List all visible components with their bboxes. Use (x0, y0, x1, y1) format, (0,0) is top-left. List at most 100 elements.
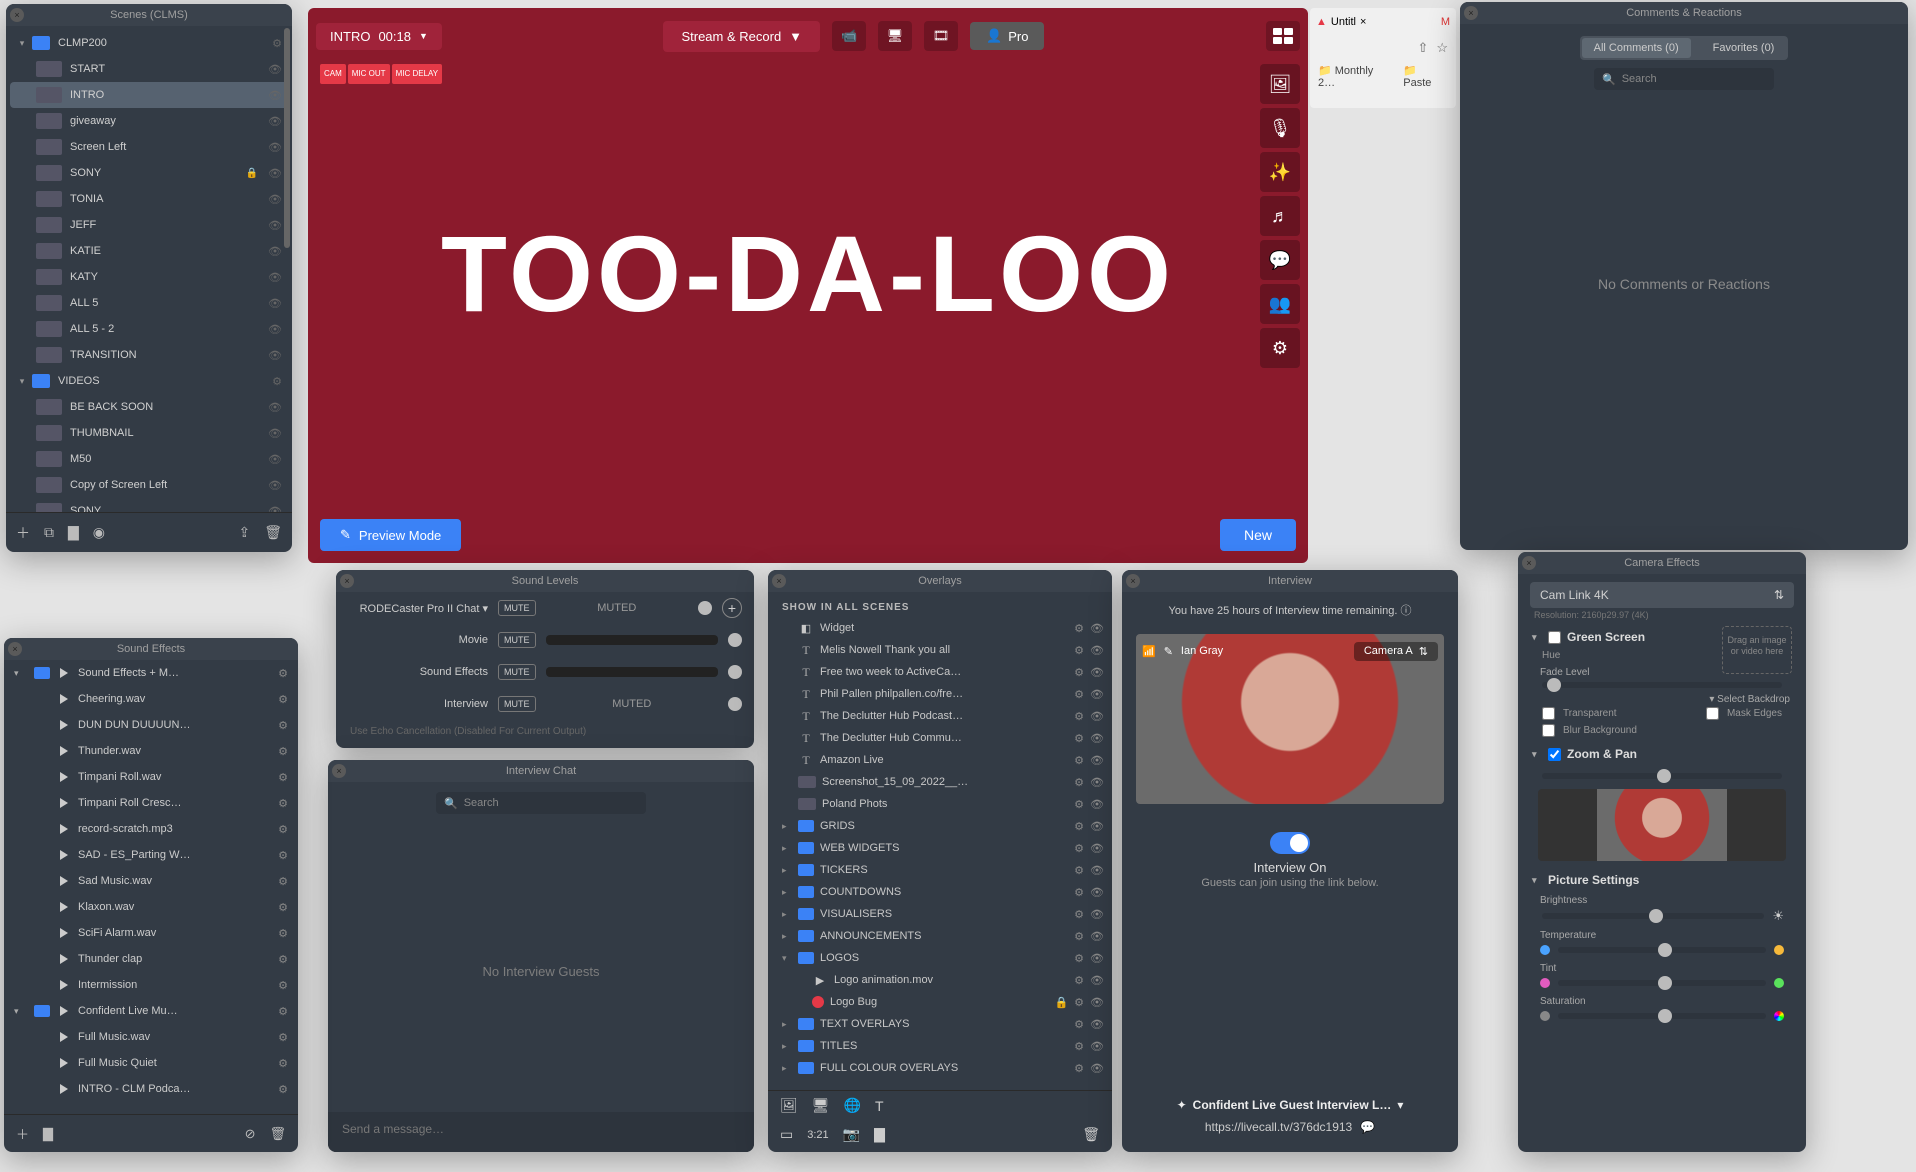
sfx-item[interactable]: record-scratch.mp3⚙ (4, 816, 298, 842)
gear-icon[interactable]: ⚙ (1074, 908, 1084, 921)
overlay-item[interactable]: ▸TICKERS⚙👁 (768, 859, 1112, 881)
sfx-item[interactable]: Intermission⚙ (4, 972, 298, 998)
bookmark-folder[interactable]: 📁 Paste (1403, 64, 1448, 89)
gear-icon[interactable]: ⚙ (1074, 754, 1084, 767)
overlay-item[interactable]: ◧Widget⚙👁 (768, 617, 1112, 639)
mic-icon[interactable]: 🎙 (1260, 108, 1300, 148)
picture-settings-section[interactable]: ▾ Picture Settings (1518, 865, 1806, 891)
scene-select-button[interactable]: INTRO 00:18 ▼ (316, 23, 442, 50)
gear-icon[interactable]: ⚙ (278, 927, 288, 940)
overlay-item[interactable]: TFree two week to ActiveCa…⚙👁 (768, 661, 1112, 683)
trash-icon[interactable]: 🗑 (1082, 1126, 1100, 1143)
visibility-icon[interactable]: 👁 (1090, 688, 1104, 701)
gear-icon[interactable]: ⚙ (278, 667, 288, 680)
info-icon[interactable]: ⓘ (1400, 605, 1411, 617)
add-icon[interactable]: ＋ (16, 523, 30, 543)
scene-item[interactable]: giveaway👁 (10, 108, 288, 134)
zoom-pan-checkbox[interactable] (1548, 748, 1561, 761)
scene-item[interactable]: ALL 5👁 (10, 290, 288, 316)
play-icon[interactable] (60, 850, 68, 860)
gear-icon[interactable]: ⚙ (1074, 732, 1084, 745)
visibility-icon[interactable]: 👁 (268, 245, 282, 258)
visibility-icon[interactable]: 👁 (1090, 732, 1104, 745)
gear-icon[interactable]: ⚙ (1074, 820, 1084, 833)
visibility-icon[interactable]: 👁 (1090, 930, 1104, 943)
gear-icon[interactable]: ⚙ (278, 1031, 288, 1044)
guest-link-title[interactable]: ✦ Confident Live Guest Interview L… ▾ (1122, 1098, 1458, 1112)
gear-icon[interactable]: ⚙ (1074, 798, 1084, 811)
play-icon[interactable] (60, 720, 68, 730)
comments-search[interactable]: 🔍 Search (1594, 68, 1774, 90)
sfx-item[interactable]: Thunder clap⚙ (4, 946, 298, 972)
play-icon[interactable] (60, 798, 68, 808)
sfx-item[interactable]: INTRO - CLM Podca…⚙ (4, 1076, 298, 1102)
overlay-item[interactable]: ▸GRIDS⚙👁 (768, 815, 1112, 837)
gear-icon[interactable]: ⚙ (1074, 710, 1084, 723)
gear-icon[interactable]: ⚙ (1074, 952, 1084, 965)
overlays-list[interactable]: ◧Widget⚙👁TMelis Nowell Thank you all⚙👁TF… (768, 617, 1112, 1079)
gear-icon[interactable]: ⚙ (1074, 666, 1084, 679)
select-backdrop-button[interactable]: ▾ Select Backdrop (1518, 694, 1806, 705)
camera-toggle-icon[interactable]: 📹 (832, 21, 866, 51)
picture-icon[interactable]: 🖼 (1260, 64, 1300, 104)
camera-icon[interactable]: ◉ (93, 524, 105, 541)
message-input[interactable]: Send a message… (328, 1112, 754, 1152)
volume-knob[interactable] (698, 601, 712, 615)
trash-icon[interactable]: 🗑 (269, 1126, 286, 1142)
scene-item[interactable]: START👁 (10, 56, 288, 82)
visibility-icon[interactable]: 👁 (1090, 644, 1104, 657)
volume-knob[interactable] (728, 633, 742, 647)
overlay-item[interactable]: ▸TITLES⚙👁 (768, 1035, 1112, 1057)
scenes-list[interactable]: ▾CLMP200⚙START👁INTRO👁giveaway👁Screen Lef… (6, 26, 292, 512)
display-icon[interactable]: 🖥 (812, 1097, 830, 1114)
visibility-icon[interactable]: 👁 (268, 453, 282, 466)
scene-folder[interactable]: ▾CLMP200⚙ (10, 30, 288, 56)
green-screen-section[interactable]: ▾ Green Screen (1518, 622, 1722, 648)
camera-icon[interactable]: 📷 (843, 1126, 860, 1143)
chat-icon[interactable]: 💬 (1360, 1120, 1375, 1134)
gear-icon[interactable]: ⚙ (1074, 776, 1084, 789)
gear-icon[interactable]: ⚙ (1074, 688, 1084, 701)
scene-item[interactable]: Screen Left👁 (10, 134, 288, 160)
text-icon[interactable]: T (875, 1098, 884, 1114)
close-icon[interactable]: × (1464, 6, 1478, 20)
globe-icon[interactable]: 🌐 (844, 1097, 861, 1114)
play-icon[interactable] (60, 746, 68, 756)
visibility-icon[interactable]: 👁 (268, 141, 282, 154)
guest-link-url[interactable]: https://livecall.tv/376dc1913 💬 (1122, 1120, 1458, 1134)
visibility-icon[interactable]: 👁 (1090, 908, 1104, 921)
gear-icon[interactable]: ⚙ (278, 979, 288, 992)
close-icon[interactable]: × (772, 574, 786, 588)
visibility-icon[interactable]: 👁 (1090, 710, 1104, 723)
mute-button[interactable]: MUTE (498, 664, 536, 680)
camera-select[interactable]: Camera A ⇅ (1354, 642, 1438, 661)
mute-button[interactable]: MUTE (498, 696, 536, 712)
gear-icon[interactable]: ⚙ (278, 1057, 288, 1070)
browser-tab[interactable]: ▲ Untitl × M (1310, 8, 1456, 36)
close-icon[interactable]: × (10, 8, 24, 22)
guests-icon[interactable]: 👥 (1260, 284, 1300, 324)
close-icon[interactable]: × (1522, 556, 1536, 570)
blur-checkbox[interactable] (1542, 724, 1555, 737)
camera-device-select[interactable]: Cam Link 4K ⇅ (1530, 582, 1794, 608)
settings-icon[interactable]: ⚙ (1260, 328, 1300, 368)
visibility-icon[interactable]: 👁 (1090, 886, 1104, 899)
sfx-item[interactable]: SAD - ES_Parting W…⚙ (4, 842, 298, 868)
gear-icon[interactable]: ⚙ (278, 771, 288, 784)
preview-mode-button[interactable]: ✎ Preview Mode (320, 519, 461, 551)
overlay-item[interactable]: ▸ANNOUNCEMENTS⚙👁 (768, 925, 1112, 947)
visibility-icon[interactable]: 👁 (268, 349, 282, 362)
visibility-icon[interactable]: 👁 (1090, 776, 1104, 789)
visibility-icon[interactable]: 👁 (268, 89, 282, 102)
scene-item[interactable]: ALL 5 - 2👁 (10, 316, 288, 342)
overlay-item[interactable]: ▾LOGOS⚙👁 (768, 947, 1112, 969)
gear-icon[interactable]: ⚙ (278, 875, 288, 888)
close-icon[interactable]: × (1360, 16, 1366, 28)
sfx-item[interactable]: Cheering.wav⚙ (4, 686, 298, 712)
gear-icon[interactable]: ⚙ (1074, 886, 1084, 899)
close-icon[interactable]: × (340, 574, 354, 588)
overlay-item[interactable]: ▸TEXT OVERLAYS⚙👁 (768, 1013, 1112, 1035)
gear-icon[interactable]: ⚙ (1074, 644, 1084, 657)
overlay-item[interactable]: TPhil Pallen philpallen.co/fre…⚙👁 (768, 683, 1112, 705)
visibility-icon[interactable]: 👁 (268, 63, 282, 76)
